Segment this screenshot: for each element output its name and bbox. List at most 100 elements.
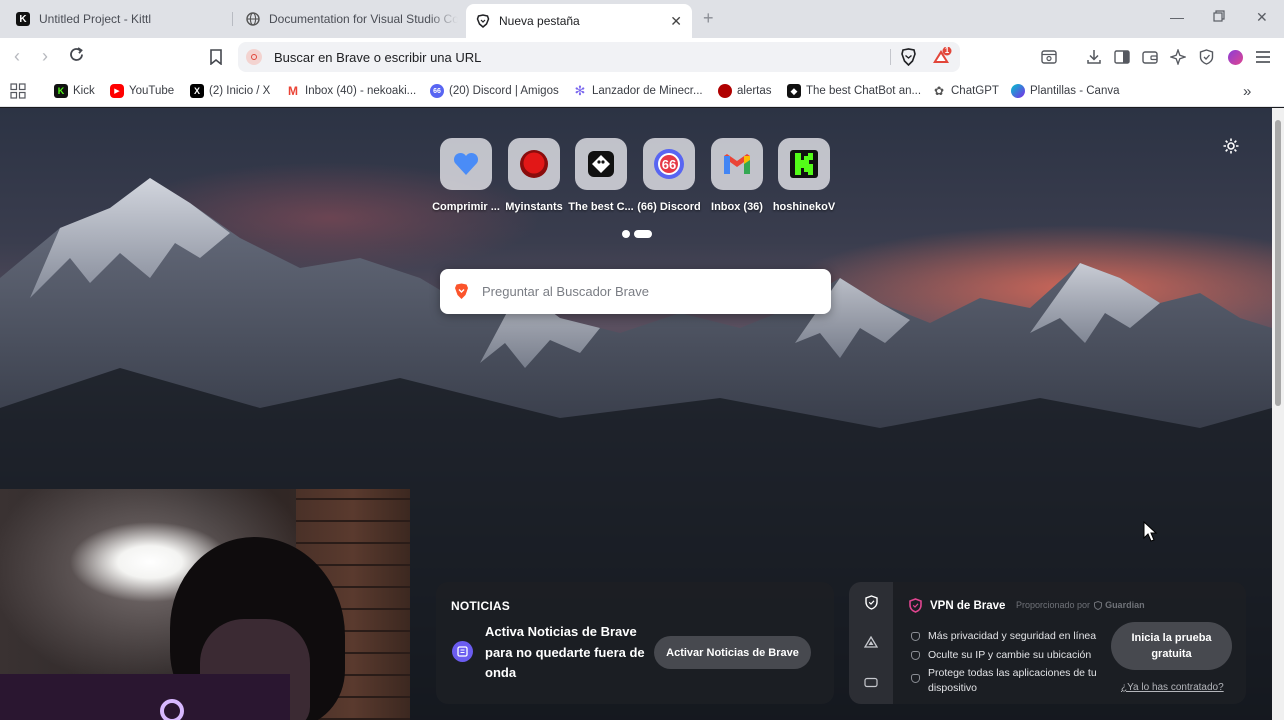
- menu-icon[interactable]: [1254, 48, 1272, 66]
- bookmark-minecraft[interactable]: ✻ Lanzador de Minecr...: [573, 82, 703, 100]
- scrollbar-thumb[interactable]: [1275, 120, 1281, 406]
- bookmark-label: alertas: [737, 85, 772, 97]
- kick-icon: K: [54, 84, 68, 98]
- mouse-cursor-icon: [1143, 520, 1158, 548]
- download-icon[interactable]: [1085, 48, 1103, 66]
- rewards-badge: 1: [944, 46, 950, 55]
- tab-kittl[interactable]: K Untitled Project - Kittl: [6, 4, 228, 34]
- bookmark-chatbot[interactable]: ◆ The best ChatBot an...: [787, 82, 921, 100]
- top-site-label: (66) Discord: [637, 201, 701, 213]
- shield-check-icon: [911, 651, 920, 660]
- bookmark-alertas[interactable]: alertas: [718, 82, 772, 100]
- kick-icon: [778, 138, 830, 190]
- address-bar[interactable]: Buscar en Brave o escribir una URL 1: [238, 42, 960, 72]
- top-site-label: Myinstants: [505, 201, 563, 213]
- vpn-feature-text: Oculte su IP y cambie su ubicación: [928, 649, 1092, 661]
- top-site-label: The best C...: [568, 201, 634, 213]
- bookmark-label: (20) Discord | Amigos: [449, 85, 559, 97]
- sidebar-icon[interactable]: [1113, 48, 1131, 66]
- top-site-tile[interactable]: Comprimir ...: [432, 138, 500, 213]
- tab-strip: K Untitled Project - Kittl Documentation…: [0, 0, 1284, 38]
- more-bookmarks-icon[interactable]: »: [1243, 82, 1251, 100]
- heart-icon: [440, 138, 492, 190]
- bookmark-icon[interactable]: [207, 48, 225, 66]
- news-card: NOTICIAS Activa Noticias de Brave para n…: [436, 582, 834, 704]
- purple-light: [160, 699, 184, 720]
- vpn-card: VPN de Brave Proporcionado por Guardian …: [849, 582, 1246, 704]
- bookmark-label: Lanzador de Minecr...: [592, 85, 703, 97]
- top-site-tile[interactable]: 66 (66) Discord: [635, 138, 703, 213]
- talk-camera-icon[interactable]: [863, 674, 879, 690]
- guardian-shield-icon: [1094, 600, 1103, 610]
- restore-icon[interactable]: [1213, 9, 1225, 25]
- enable-news-button[interactable]: Activar Noticias de Brave: [654, 636, 811, 669]
- tab-new-tab[interactable]: Nueva pestaña ✕: [466, 4, 692, 38]
- chatbot-icon: ◆: [787, 84, 801, 98]
- brave-shields-icon[interactable]: [900, 48, 917, 71]
- url-placeholder: Buscar en Brave o escribir una URL: [274, 50, 482, 65]
- bookmark-youtube[interactable]: ▶ YouTube: [110, 82, 174, 100]
- bookmark-label: (2) Inicio / X: [209, 85, 271, 97]
- vpn-shield-icon[interactable]: [1197, 48, 1215, 66]
- provided-by-text: Proporcionado por: [1016, 600, 1091, 610]
- widget-switcher: [849, 582, 893, 704]
- back-icon[interactable]: ‹: [14, 46, 20, 67]
- wallet-icon[interactable]: [1141, 48, 1159, 66]
- leo-ai-icon[interactable]: [1169, 48, 1187, 66]
- openai-icon: ✿: [933, 84, 945, 98]
- top-site-tile[interactable]: Myinstants: [500, 138, 568, 213]
- person-shirt: [0, 674, 290, 720]
- top-site-label: Comprimir ...: [432, 201, 500, 213]
- search-placeholder: Preguntar al Buscador Brave: [482, 284, 649, 299]
- kittl-icon: K: [16, 12, 30, 26]
- bookmark-label: Inbox (40) - nekoaki...: [305, 85, 417, 97]
- rewards-triangle-icon[interactable]: [863, 634, 879, 650]
- search-engine-icon: [246, 49, 262, 65]
- top-site-tile[interactable]: hoshinekoV: [770, 138, 838, 213]
- page-scrollbar[interactable]: [1272, 108, 1284, 720]
- apps-grid-icon[interactable]: [10, 82, 26, 100]
- bookmark-kick[interactable]: K Kick: [54, 82, 95, 100]
- start-trial-button[interactable]: Inicia la prueba gratuita: [1111, 622, 1232, 670]
- vpn-title-text: VPN de Brave: [930, 599, 1006, 612]
- forward-icon[interactable]: ›: [42, 46, 48, 67]
- bookmark-discord[interactable]: 66 (20) Discord | Amigos: [430, 82, 559, 100]
- discord-icon: 66: [430, 84, 444, 98]
- discord-badge: 66: [661, 156, 677, 172]
- brave-rewards-icon[interactable]: 1: [932, 46, 952, 72]
- news-description: Activa Noticias de Brave para no quedart…: [485, 624, 645, 680]
- page-dot-active[interactable]: [634, 230, 652, 238]
- bookmark-x[interactable]: X (2) Inicio / X: [190, 82, 270, 100]
- gmail-icon: [711, 138, 763, 190]
- close-tab-icon[interactable]: ✕: [670, 13, 682, 30]
- profile-avatar-icon[interactable]: [1226, 48, 1244, 66]
- tab-vscode-docs[interactable]: Documentation for Visual Studio Code: [236, 4, 458, 34]
- guardian-text: Guardian: [1105, 600, 1145, 610]
- bookmark-gmail[interactable]: M Inbox (40) - nekoaki...: [286, 82, 416, 100]
- news-heading: NOTICIAS: [451, 599, 510, 613]
- webcam-overlay: [0, 489, 410, 720]
- brave-search-box[interactable]: Preguntar al Buscador Brave: [440, 269, 831, 314]
- tab-search-icon[interactable]: [1040, 48, 1058, 66]
- red-dot-icon: [718, 84, 732, 98]
- close-window-icon[interactable]: ✕: [1256, 9, 1268, 26]
- page-dot[interactable]: [622, 230, 630, 238]
- tab-title: Untitled Project - Kittl: [39, 12, 152, 26]
- settings-gear-icon[interactable]: [1222, 137, 1240, 160]
- x-logo-icon: X: [190, 84, 204, 98]
- new-tab-icon[interactable]: +: [703, 8, 714, 29]
- tab-title: Nueva pestaña: [499, 14, 580, 28]
- reload-icon[interactable]: [68, 46, 85, 68]
- vpn-feature-text: Más privacidad y seguridad en línea: [928, 630, 1097, 642]
- vpn-provider: Proporcionado por Guardian: [1016, 600, 1145, 610]
- canva-icon: [1011, 84, 1025, 98]
- bookmark-canva[interactable]: Plantillas - Canva: [1011, 82, 1119, 100]
- top-site-tile[interactable]: The best C...: [567, 138, 635, 213]
- bookmarks-bar: K Kick ▶ YouTube X (2) Inicio / X M Inbo…: [0, 76, 1284, 107]
- bookmark-label: ChatGPT: [951, 85, 999, 97]
- already-subscribed-link[interactable]: ¿Ya lo has contratado?: [1121, 682, 1224, 693]
- vpn-shield-icon[interactable]: [863, 594, 879, 610]
- minimize-icon[interactable]: —: [1170, 9, 1184, 25]
- top-site-tile[interactable]: Inbox (36): [703, 138, 771, 213]
- bookmark-chatgpt[interactable]: ✿ ChatGPT: [932, 82, 999, 100]
